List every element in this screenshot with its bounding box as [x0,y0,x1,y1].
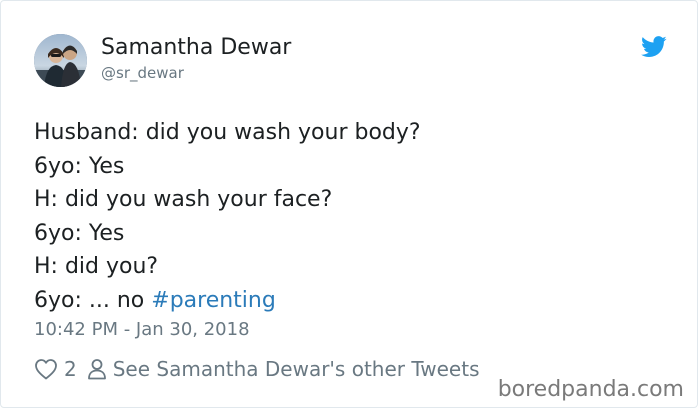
tweet-line: H: did you wash your face? [34,187,333,212]
tweet-card: Samantha Dewar @sr_dewar Husband: did yo… [0,0,698,408]
person-icon [87,358,107,380]
tweet-text: Husband: did you wash your body? 6yo: Ye… [34,116,421,317]
heart-icon[interactable] [34,358,58,380]
avatar-photo [34,34,87,87]
tweet-timestamp[interactable]: 10:42 PM - Jan 30, 2018 [34,319,250,340]
author-name[interactable]: Samantha Dewar [101,35,291,60]
tweet-line-last: 6yo: ... no #parenting [34,284,421,318]
twitter-bird-icon[interactable] [641,36,667,58]
watermark: boredpanda.com [497,377,684,402]
tweet-actions: 2 See Samantha Dewar's other Tweets [34,356,479,382]
avatar[interactable] [34,34,87,87]
tweet-line-text: 6yo: ... no [34,287,152,313]
tweet-line: H: did you? [34,254,159,279]
tweet-line: Husband: did you wash your body? [34,120,421,145]
author-handle[interactable]: @sr_dewar [101,64,184,82]
tweet-line: 6yo: Yes [34,153,125,179]
like-count: 2 [64,357,77,381]
hashtag-link[interactable]: #parenting [151,288,276,313]
profile-link[interactable]: See Samantha Dewar's other Tweets [113,357,480,381]
tweet-line: 6yo: Yes [34,220,125,246]
